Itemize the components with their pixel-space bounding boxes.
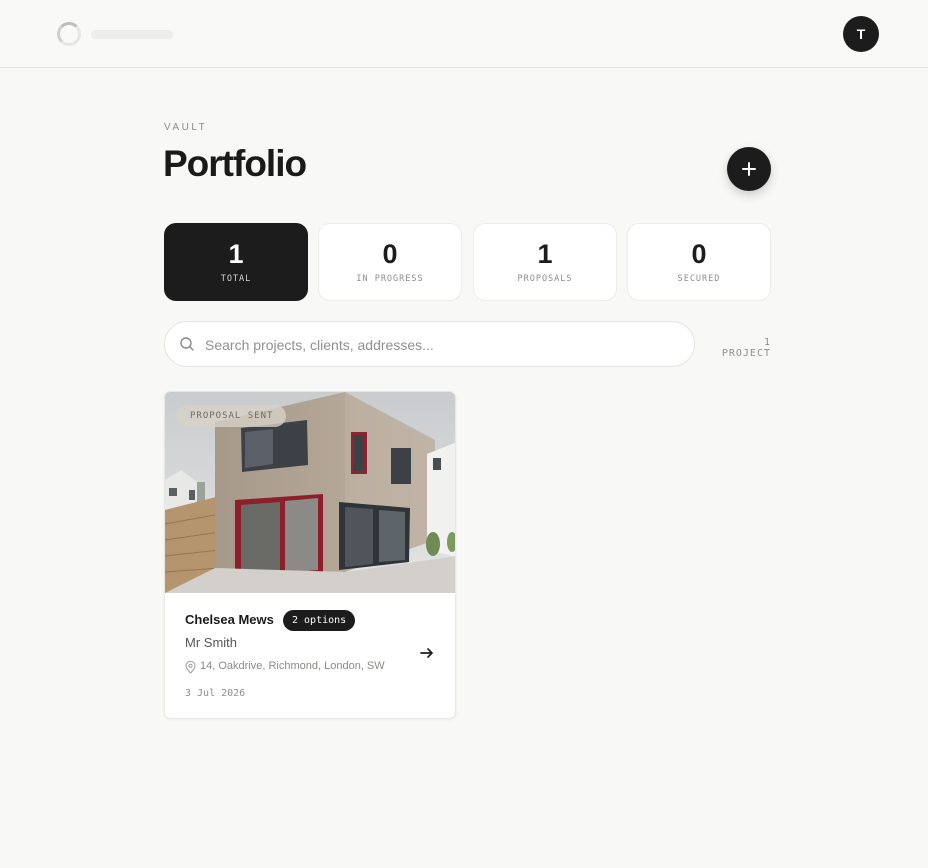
- stat-secured[interactable]: 0 SECURED: [627, 223, 771, 301]
- project-count: 1 PROJECT: [721, 337, 771, 359]
- project-card[interactable]: PROPOSAL SENT Chelsea Mews 2 options Mr …: [164, 391, 456, 719]
- options-badge: 2 options: [283, 610, 356, 631]
- address-row: 14, Oakdrive, Richmond, London, SW: [185, 660, 385, 674]
- stat-proposals[interactable]: 1 PROPOSALS: [473, 223, 617, 301]
- arrow-right-icon[interactable]: [419, 645, 435, 661]
- stat-value: 0: [691, 239, 707, 269]
- page-title: Portfolio: [163, 143, 307, 184]
- stat-value: 1: [537, 239, 553, 269]
- stat-label: PROPOSALS: [517, 274, 573, 284]
- stat-value: 0: [382, 239, 398, 269]
- client-name: Mr Smith: [185, 635, 237, 650]
- project-address: 14, Oakdrive, Richmond, London, SW: [200, 660, 385, 672]
- map-pin-icon: [185, 661, 196, 674]
- add-project-button[interactable]: [727, 147, 771, 191]
- stat-in-progress[interactable]: 0 IN PROGRESS: [318, 223, 462, 301]
- top-bar: T: [0, 0, 928, 68]
- stat-label: IN PROGRESS: [356, 274, 424, 284]
- search-icon: [180, 337, 194, 351]
- stat-value: 1: [228, 239, 244, 269]
- logo-loading[interactable]: [57, 20, 187, 48]
- stat-label: SECURED: [677, 274, 721, 284]
- plus-icon: [742, 162, 756, 176]
- avatar[interactable]: T: [843, 16, 879, 52]
- logo-placeholder: [91, 30, 173, 39]
- project-date: 3 Jul 2026: [185, 688, 246, 699]
- stat-total[interactable]: 1 TOTAL: [164, 223, 308, 301]
- search-input[interactable]: [205, 333, 675, 357]
- spinner-icon: [57, 22, 81, 46]
- project-name: Chelsea Mews: [185, 612, 274, 627]
- status-badge: PROPOSAL SENT: [177, 405, 287, 427]
- search-bar: [164, 321, 695, 367]
- stat-label: TOTAL: [220, 274, 252, 284]
- section-eyebrow: VAULT: [164, 122, 208, 133]
